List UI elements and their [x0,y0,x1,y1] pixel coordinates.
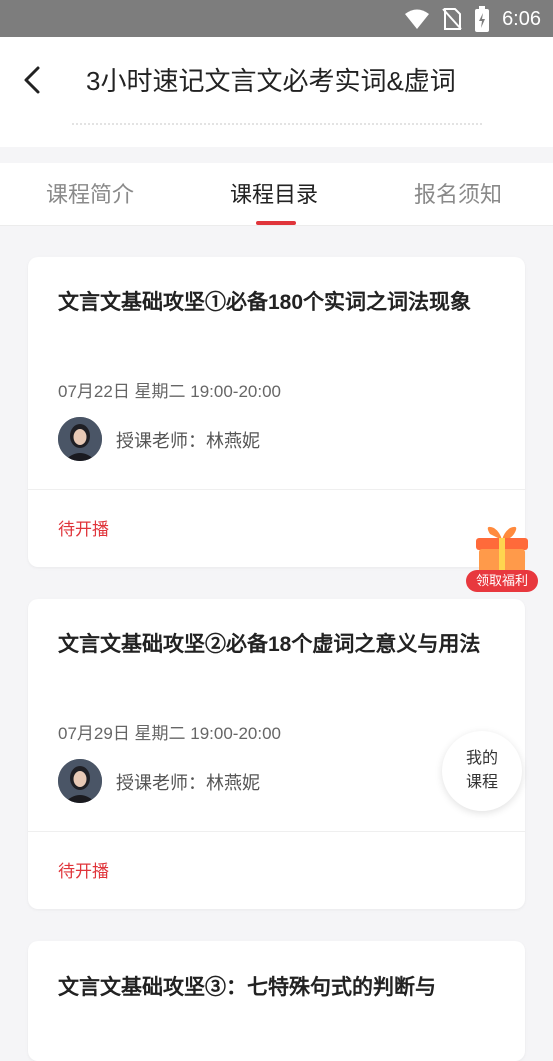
course-date: 07月22日 星期二 19:00-20:00 [58,382,282,401]
page-title: 3小时速记文言文必考实词&虚词 [86,66,456,96]
my-course-line1: 我的 [465,750,498,767]
clock: 6:06 [502,7,541,30]
gift-icon [476,526,528,573]
teacher-avatar [58,759,102,803]
battery-charging-icon [475,6,490,32]
card-divider [28,831,525,832]
back-arrow-icon[interactable] [18,65,48,95]
course-card[interactable]: 文言文基础攻坚③：七特殊句式的判断与 [28,941,525,1061]
course-status: 待开播 [58,520,109,539]
tab-catalog[interactable]: 课程目录 [230,177,318,209]
tab-bar: 课程简介 课程目录 报名须知 [0,163,553,226]
tab-intro[interactable]: 课程简介 [46,177,134,209]
course-title: 文言文基础攻坚①必备180个实词之词法现象 [58,291,472,314]
tab-notice[interactable]: 报名须知 [414,177,502,209]
active-tab-indicator [256,221,296,225]
app-header: 3小时速记文言文必考实词&虚词 [0,37,553,147]
course-card[interactable]: 文言文基础攻坚①必备180个实词之词法现象 07月22日 星期二 19:00-2… [28,257,525,567]
teacher-avatar [58,417,102,461]
card-divider [28,489,525,490]
gift-label: 领取福利 [466,570,538,592]
course-date: 07月29日 星期二 19:00-20:00 [58,724,282,743]
gift-button[interactable]: 领取福利 [466,524,540,594]
course-status: 待开播 [58,862,109,881]
header-divider [72,123,482,129]
my-course-label: 我的 课程 [442,747,522,795]
status-bar: 6:06 [0,0,553,37]
my-course-button[interactable]: 我的 课程 [442,731,522,811]
course-title: 文言文基础攻坚②必备18个虚词之意义与用法 [58,633,481,656]
teacher-name: 授课老师：林燕妮 [116,431,260,451]
my-course-line2: 课程 [465,774,498,791]
wifi-icon [405,9,430,29]
status-icons: 6:06 [404,6,541,32]
course-title: 文言文基础攻坚③：七特殊句式的判断与 [58,976,436,999]
teacher-name: 授课老师：林燕妮 [116,773,260,793]
no-sim-icon [442,8,462,30]
